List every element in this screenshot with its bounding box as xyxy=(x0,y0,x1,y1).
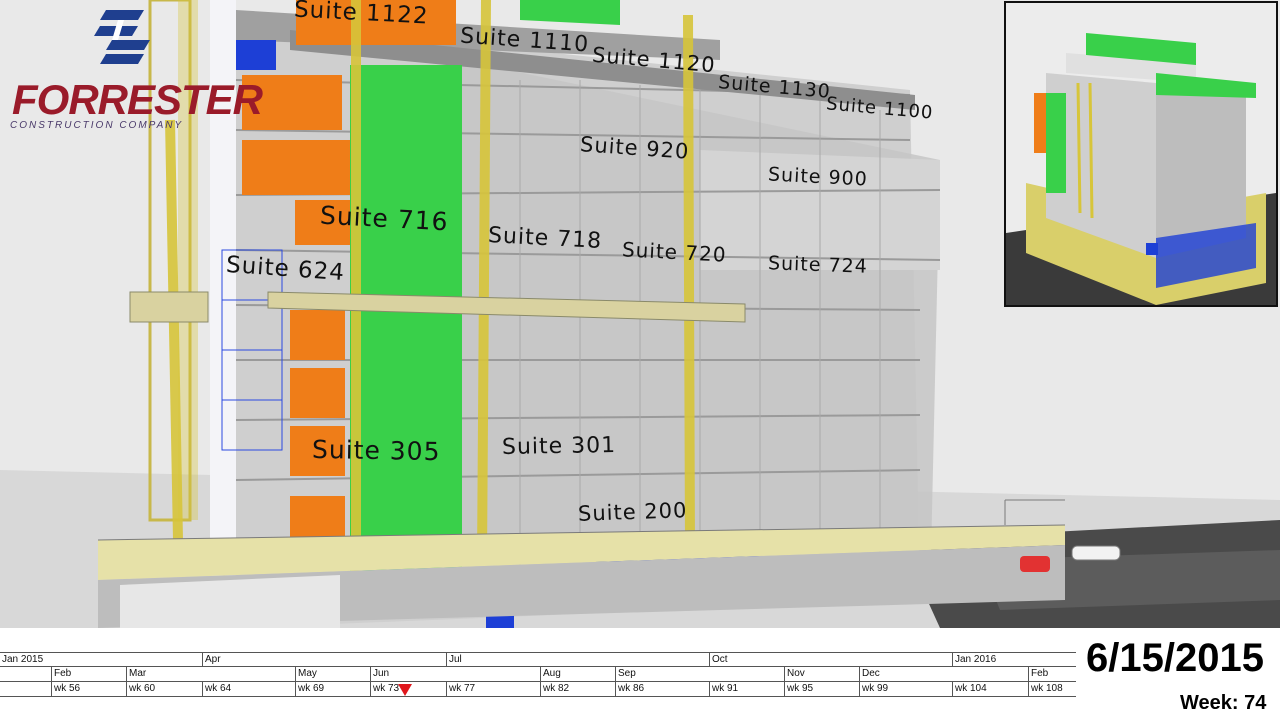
timeline-week: wk 64 xyxy=(202,682,231,696)
timeline-month: Feb xyxy=(51,667,71,681)
timeline-week: wk 99 xyxy=(859,682,888,696)
timeline-month: Oct xyxy=(709,653,728,667)
current-week-marker[interactable] xyxy=(398,684,412,696)
suite-label: Suite 301 xyxy=(501,433,617,460)
timeline-week: wk 69 xyxy=(295,682,324,696)
timeline-month: Nov xyxy=(784,667,805,681)
timeline-week: wk 56 xyxy=(51,682,80,696)
forrester-mark-icon xyxy=(94,10,150,64)
timeline-week: wk 60 xyxy=(126,682,155,696)
current-week: Week: 74 xyxy=(1180,692,1267,714)
brand-tagline: CONSTRUCTION COMPANY xyxy=(10,120,184,131)
timeline-month: Sep xyxy=(615,667,636,681)
brand-name: FORRESTER xyxy=(12,76,263,123)
timeline-week: wk 95 xyxy=(784,682,813,696)
suite-label: Suite 200 xyxy=(577,498,688,526)
timeline-week: wk 108 xyxy=(1028,682,1063,696)
timeline-month: Jun xyxy=(370,667,389,681)
timeline-week: wk 104 xyxy=(952,682,987,696)
timeline-week: wk 77 xyxy=(446,682,475,696)
timeline-week: wk 73 xyxy=(370,682,399,696)
timeline-month: Aug xyxy=(540,667,561,681)
timeline-month: Feb xyxy=(1028,667,1048,681)
timeline-month: Apr xyxy=(202,653,221,667)
timeline-month: Dec xyxy=(859,667,880,681)
timeline-year: Jan 2015 xyxy=(2,654,44,665)
model-viewport[interactable]: Suite 1122 Suite 1110 Suite 1120 Suite 1… xyxy=(0,0,1280,628)
timeline-week: wk 86 xyxy=(615,682,644,696)
current-date: 6/15/2015 xyxy=(1086,636,1264,680)
timeline-week: wk 91 xyxy=(709,682,738,696)
overview-minimap[interactable] xyxy=(1004,1,1278,307)
overview-building xyxy=(1006,33,1276,305)
timeline-year: Jan 2016 xyxy=(952,653,996,667)
suite-label: Suite 724 xyxy=(767,252,869,278)
timeline-month: May xyxy=(295,667,317,681)
timeline-month: Mar xyxy=(126,667,146,681)
suite-label: Suite 305 xyxy=(311,434,441,467)
forrester-logo: FORRESTER CONSTRUCTION COMPANY xyxy=(8,6,263,131)
timeline-month: Jul xyxy=(446,653,462,667)
schedule-timeline[interactable]: Jan 2015 Jan 2016 Apr Jul Oct Feb Mar Ma… xyxy=(0,652,1076,698)
timeline-week: wk 82 xyxy=(540,682,569,696)
